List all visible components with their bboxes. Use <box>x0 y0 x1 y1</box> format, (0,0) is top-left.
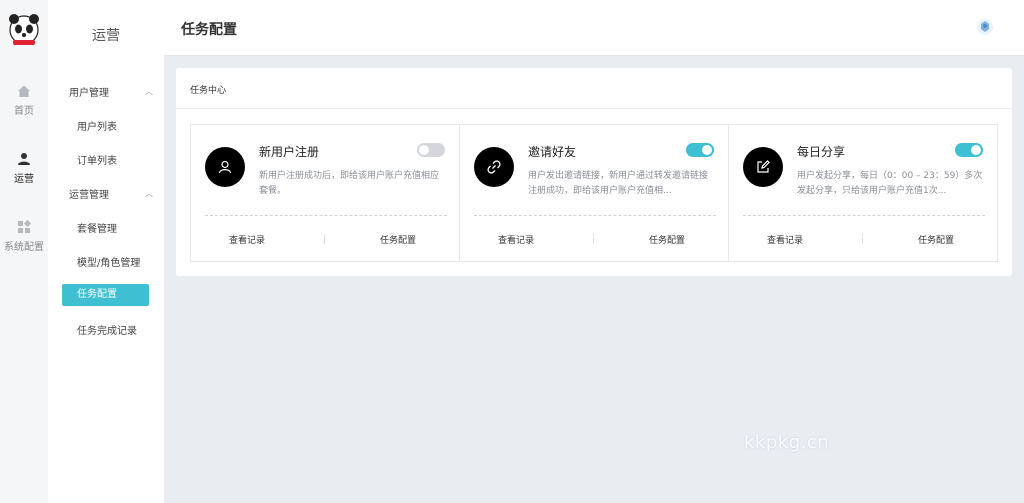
view-records-link[interactable]: 查看记录 <box>498 233 534 246</box>
rail-item-home[interactable]: 首页 <box>0 84 48 117</box>
task-name: 新用户注册 <box>259 145 320 159</box>
divider <box>324 234 325 244</box>
link-icon <box>474 147 514 187</box>
task-description: 新用户注册成功后，即给该用户账户充值相应套餐。 <box>259 171 440 196</box>
sidebar-item-order-list[interactable]: 订单列表 <box>77 152 117 167</box>
chevron-up-icon: ︿ <box>145 87 153 96</box>
divider <box>862 234 863 244</box>
icon-rail: 首页 运营 系统配置 <box>0 0 48 503</box>
view-records-link[interactable]: 查看记录 <box>229 233 265 246</box>
view-records-link[interactable]: 查看记录 <box>767 233 803 246</box>
task-config-link[interactable]: 任务配置 <box>918 233 954 246</box>
rail-item-label: 系统配置 <box>4 242 44 253</box>
task-config-link[interactable]: 任务配置 <box>380 233 416 246</box>
divider <box>205 215 447 216</box>
divider <box>593 234 594 244</box>
panel-title: 任务中心 <box>176 68 1012 109</box>
sidebar-group-operations-management[interactable]: 运营管理 ︿ <box>69 186 153 201</box>
grid-icon <box>18 220 31 233</box>
sidebar-group-label: 用户管理 <box>69 88 109 99</box>
task-toggle[interactable] <box>417 143 445 157</box>
sidebar-item-task-config[interactable]: 任务配置 <box>62 284 149 306</box>
task-list: 新用户注册 新用户注册成功后，即给该用户账户充值相应套餐。 查看记录 任务配置 … <box>190 124 998 262</box>
panda-logo-icon <box>9 14 39 45</box>
rail-item-label: 运营 <box>14 174 34 185</box>
sidebar-item-task-completion-records[interactable]: 任务完成记录 <box>77 322 137 337</box>
sidebar-item-model-role-management[interactable]: 模型/角色管理 <box>77 254 140 269</box>
watermark: kkpkg.cn <box>744 432 830 453</box>
chevron-up-icon: ︿ <box>145 189 153 198</box>
sidebar-item-user-list[interactable]: 用户列表 <box>77 118 117 133</box>
divider <box>743 215 985 216</box>
user-outline-icon <box>205 147 245 187</box>
task-name: 邀请好友 <box>528 145 577 159</box>
task-center-panel: 任务中心 新用户注册 新用户注册成功后，即给该用户账户充值相应套餐。 查看记录 … <box>176 68 1012 276</box>
task-toggle[interactable] <box>686 143 714 157</box>
page-title: 任务配置 <box>181 22 237 38</box>
sub-sidebar: 运营 用户管理 ︿ 用户列表 订单列表 运营管理 ︿ 套餐管理 模型/角色管理 … <box>48 0 164 503</box>
sidebar-group-label: 运营管理 <box>69 190 109 201</box>
top-header: 任务配置 <box>164 0 1024 56</box>
task-card-invite-friends: 邀请好友 用户发出邀请链接，新用户通过转发邀请链接注册成功，即给该用户账户充值相… <box>459 124 729 262</box>
rail-item-system-config[interactable]: 系统配置 <box>0 220 48 253</box>
task-toggle[interactable] <box>955 143 983 157</box>
rail-item-operations[interactable]: 运营 <box>0 152 48 185</box>
user-icon <box>18 153 30 165</box>
avatar[interactable] <box>976 18 994 36</box>
task-card-new-user-register: 新用户注册 新用户注册成功后，即给该用户账户充值相应套餐。 查看记录 任务配置 <box>190 124 460 262</box>
task-card-daily-share: 每日分享 用户发起分享，每日（0：00 – 23：59）多次发起分享，只给该用户… <box>728 124 998 262</box>
sidebar-group-user-management[interactable]: 用户管理 ︿ <box>69 84 153 99</box>
sidebar-item-package-management[interactable]: 套餐管理 <box>77 220 117 235</box>
task-description: 用户发起分享，每日（0：00 – 23：59）多次发起分享，只给该用户账户充值1… <box>797 171 983 196</box>
divider <box>474 215 716 216</box>
sidebar-title: 运营 <box>92 28 120 44</box>
edit-icon <box>743 147 783 187</box>
rail-item-label: 首页 <box>14 106 34 117</box>
home-icon <box>18 85 30 97</box>
task-description: 用户发出邀请链接，新用户通过转发邀请链接注册成功，即给该用户账户充值相... <box>528 171 709 196</box>
task-config-link[interactable]: 任务配置 <box>649 233 685 246</box>
task-name: 每日分享 <box>797 145 846 159</box>
